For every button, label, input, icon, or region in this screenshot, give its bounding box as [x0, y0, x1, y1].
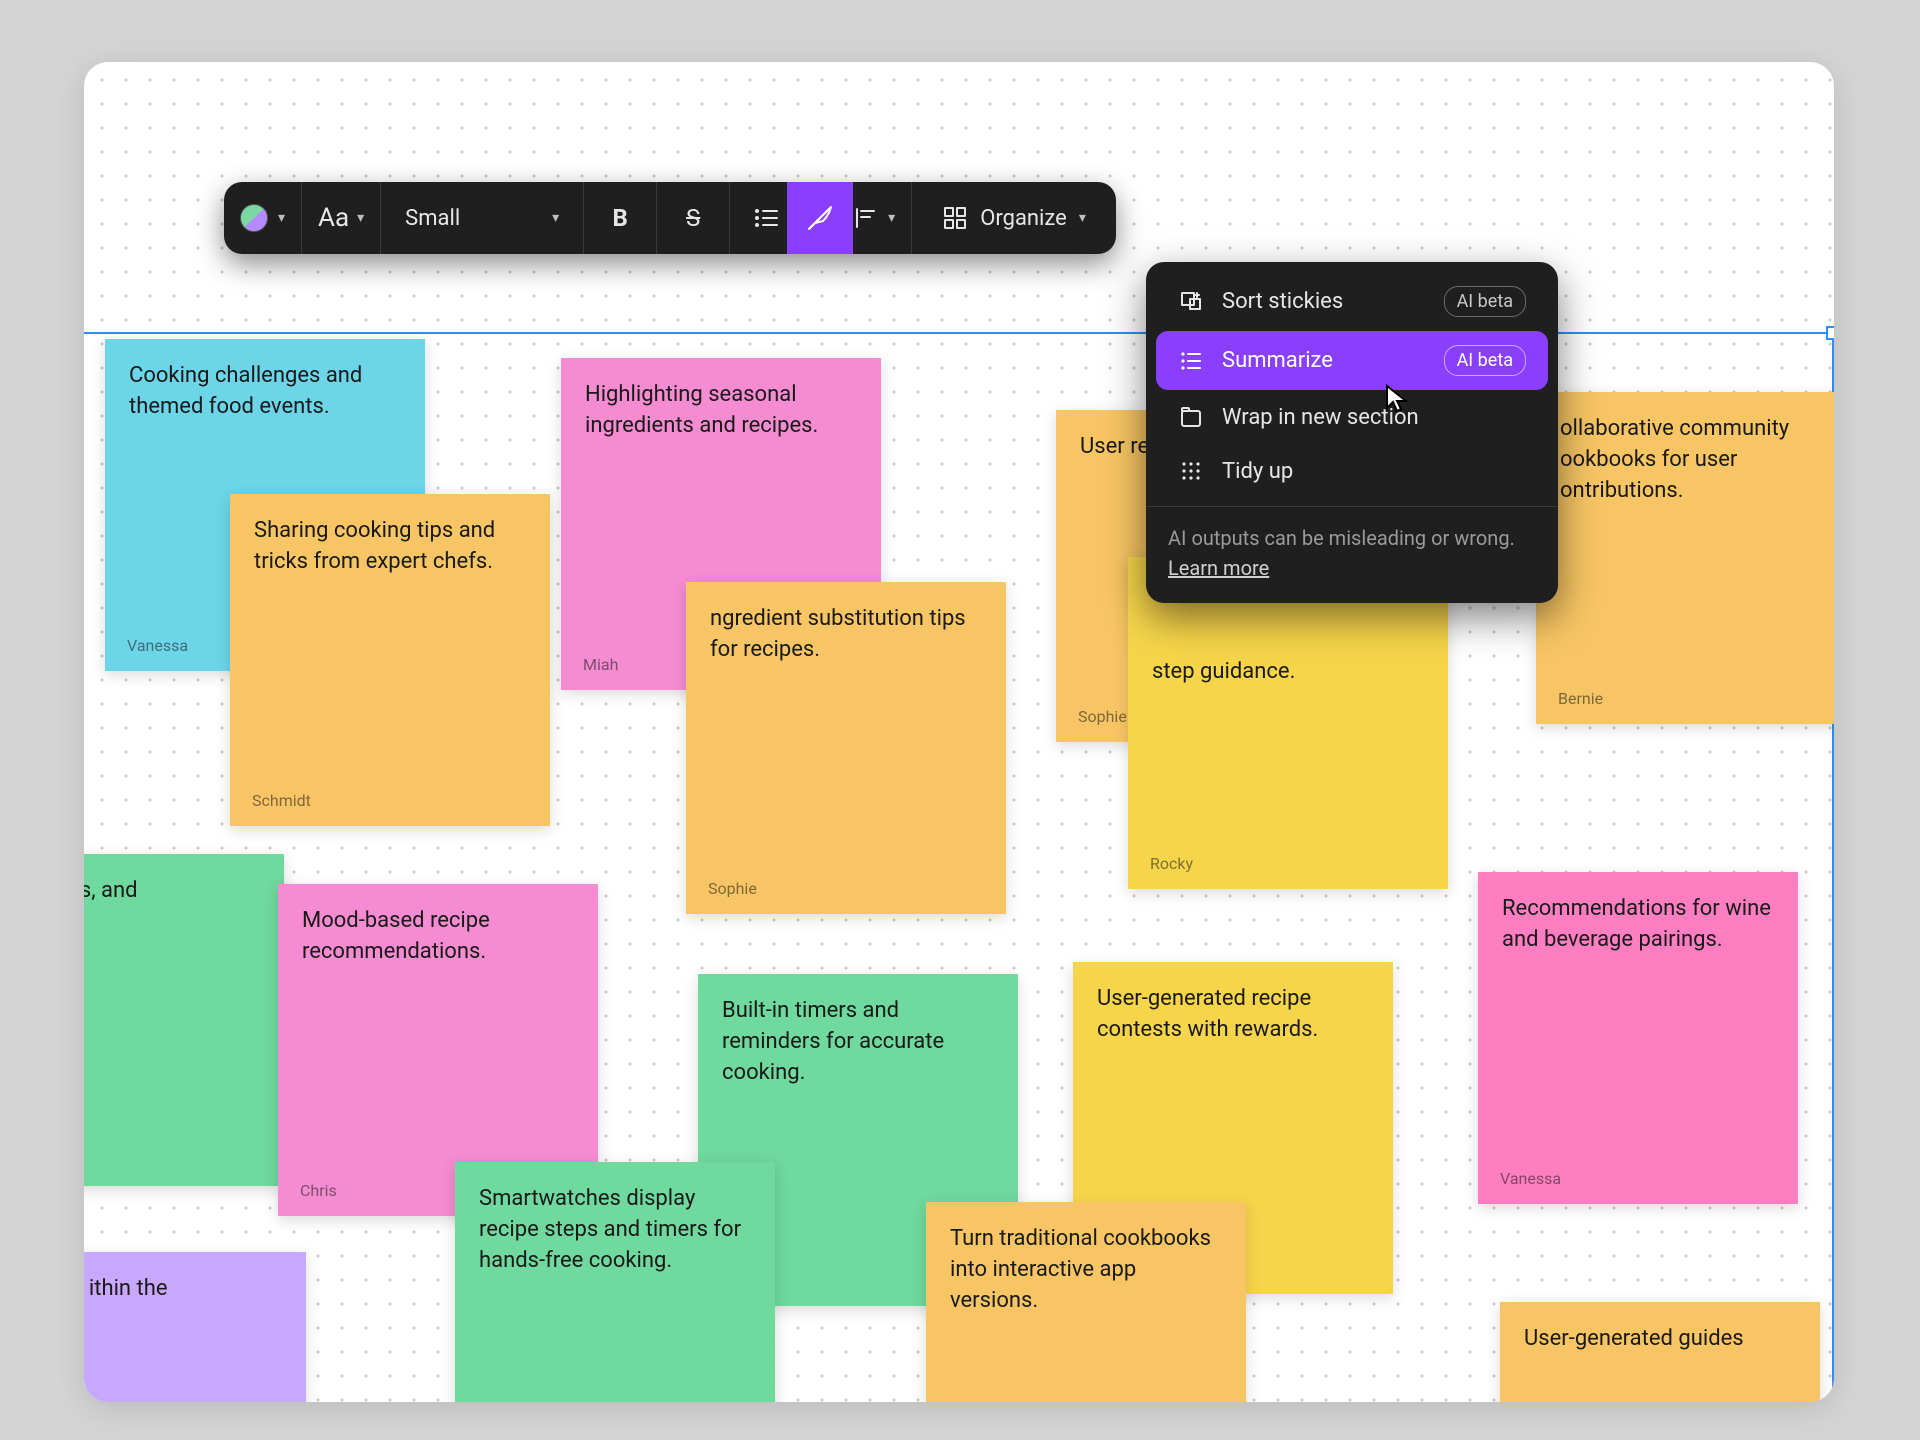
chevron-down-icon: ▾ — [357, 210, 364, 226]
mouse-cursor-icon — [1384, 384, 1414, 418]
selection-handle-top-right[interactable] — [1826, 326, 1834, 340]
sticky-text: Turn traditional cookbooks into interact… — [950, 1224, 1222, 1316]
sticky-text: User-generated recipe contests with rewa… — [1097, 984, 1369, 1046]
strikethrough-button[interactable]: S — [673, 194, 713, 242]
organize-label: Organize — [980, 206, 1067, 231]
feather-icon — [805, 203, 835, 233]
align-top-left-icon — [854, 206, 878, 230]
bold-button[interactable]: B — [600, 194, 640, 242]
font-size-select[interactable]: Small ▾ — [397, 194, 567, 242]
sticky-text: ite their ithin the — [84, 1274, 282, 1305]
color-swatch-icon — [240, 204, 268, 232]
color-picker-button[interactable]: ▾ — [240, 194, 285, 242]
chevron-down-icon: ▾ — [1079, 210, 1086, 226]
sticky-text: Sharing cooking tips and tricks from exp… — [254, 516, 526, 578]
menu-item-summarize[interactable]: Summarize AI beta — [1156, 331, 1548, 390]
sticky-author: Vanessa — [1500, 1168, 1561, 1190]
sticky-note[interactable]: ngredient substitution tips for recipes.… — [686, 582, 1006, 914]
sticky-author: Sophie — [708, 878, 757, 900]
chevron-down-icon: ▾ — [278, 210, 285, 226]
sticky-note[interactable]: User-generated guides — [1500, 1302, 1820, 1402]
sticky-text: Smartwatches display recipe steps and ti… — [479, 1184, 751, 1276]
chevron-down-icon: ▾ — [552, 210, 559, 226]
strikethrough-icon: S — [686, 204, 700, 232]
sort-stickies-icon — [1178, 289, 1204, 315]
sticky-note[interactable]: ite their ithin the — [84, 1252, 306, 1402]
sticky-text: User-generated guides — [1524, 1324, 1796, 1355]
list-button[interactable] — [746, 194, 786, 242]
learn-more-link[interactable]: Learn more — [1168, 556, 1269, 580]
tidy-grid-icon — [1178, 458, 1204, 484]
sticky-author: Sophie — [1078, 706, 1127, 728]
footer-text: AI outputs can be misleading or wrong. — [1168, 526, 1515, 550]
sticky-author: Vanessa — [127, 635, 188, 657]
alignment-button[interactable]: ▾ — [854, 194, 895, 242]
sticky-text: Recommendations for wine and beverage pa… — [1502, 894, 1774, 956]
menu-item-label: Tidy up — [1222, 459, 1293, 484]
ai-beta-badge: AI beta — [1444, 286, 1526, 317]
organize-button[interactable]: Organize ▾ — [928, 194, 1100, 242]
ai-beta-badge: AI beta — [1444, 345, 1526, 376]
bold-icon: B — [613, 204, 628, 232]
sticky-note[interactable]: ollaborative community ookbooks for user… — [1536, 392, 1834, 724]
sticky-text: Highlighting seasonal ingredients and re… — [585, 380, 857, 442]
sticky-text: ngredient substitution tips for recipes. — [710, 604, 982, 666]
sticky-text: Cooking challenges and themed food event… — [129, 361, 401, 423]
section-icon — [1178, 404, 1204, 430]
grid-icon — [942, 205, 968, 231]
bullet-list-icon — [753, 205, 779, 231]
sticky-note[interactable]: festivals, s, and — [84, 854, 284, 1186]
sticky-author: Schmidt — [252, 790, 311, 812]
sticky-author: Bernie — [1558, 688, 1603, 710]
font-family-button[interactable]: Aa ▾ — [318, 194, 364, 242]
sticky-author: Miah — [583, 654, 618, 676]
sticky-note[interactable]: Smartwatches display recipe steps and ti… — [455, 1162, 775, 1402]
font-label: Aa — [318, 203, 349, 233]
sticky-text: festivals, s, and — [84, 876, 260, 907]
menu-item-tidy-up[interactable]: Tidy up — [1156, 444, 1548, 498]
menu-item-label: Summarize — [1222, 348, 1333, 373]
chevron-down-icon: ▾ — [888, 210, 895, 226]
sticky-note[interactable]: Turn traditional cookbooks into interact… — [926, 1202, 1246, 1402]
sticky-note[interactable]: Sharing cooking tips and tricks from exp… — [230, 494, 550, 826]
font-size-label: Small — [405, 206, 460, 231]
canvas-window: Cooking challenges and themed food event… — [84, 62, 1834, 1402]
sticky-text: step guidance. — [1152, 657, 1424, 688]
menu-item-wrap-section[interactable]: Wrap in new section — [1156, 390, 1548, 444]
organize-dropdown: Sort stickies AI beta Summarize AI beta … — [1146, 262, 1558, 603]
sticky-text: Built-in timers and reminders for accura… — [722, 996, 994, 1088]
menu-item-label: Sort stickies — [1222, 289, 1343, 314]
sticky-note[interactable]: step guidance. Rocky — [1128, 557, 1448, 889]
sticky-text: ollaborative community ookbooks for user… — [1560, 414, 1832, 506]
dropdown-footer: AI outputs can be misleading or wrong. L… — [1146, 506, 1558, 593]
context-toolbar: ▾ Aa ▾ Small ▾ B S — [224, 182, 1116, 254]
sticky-author: Rocky — [1150, 853, 1193, 875]
summarize-list-icon — [1178, 348, 1204, 374]
sticky-note[interactable]: Recommendations for wine and beverage pa… — [1478, 872, 1798, 1204]
menu-item-sort-stickies[interactable]: Sort stickies AI beta — [1156, 272, 1548, 331]
sticky-text: Mood-based recipe recommendations. — [302, 906, 574, 968]
sticky-author: Chris — [300, 1180, 337, 1202]
